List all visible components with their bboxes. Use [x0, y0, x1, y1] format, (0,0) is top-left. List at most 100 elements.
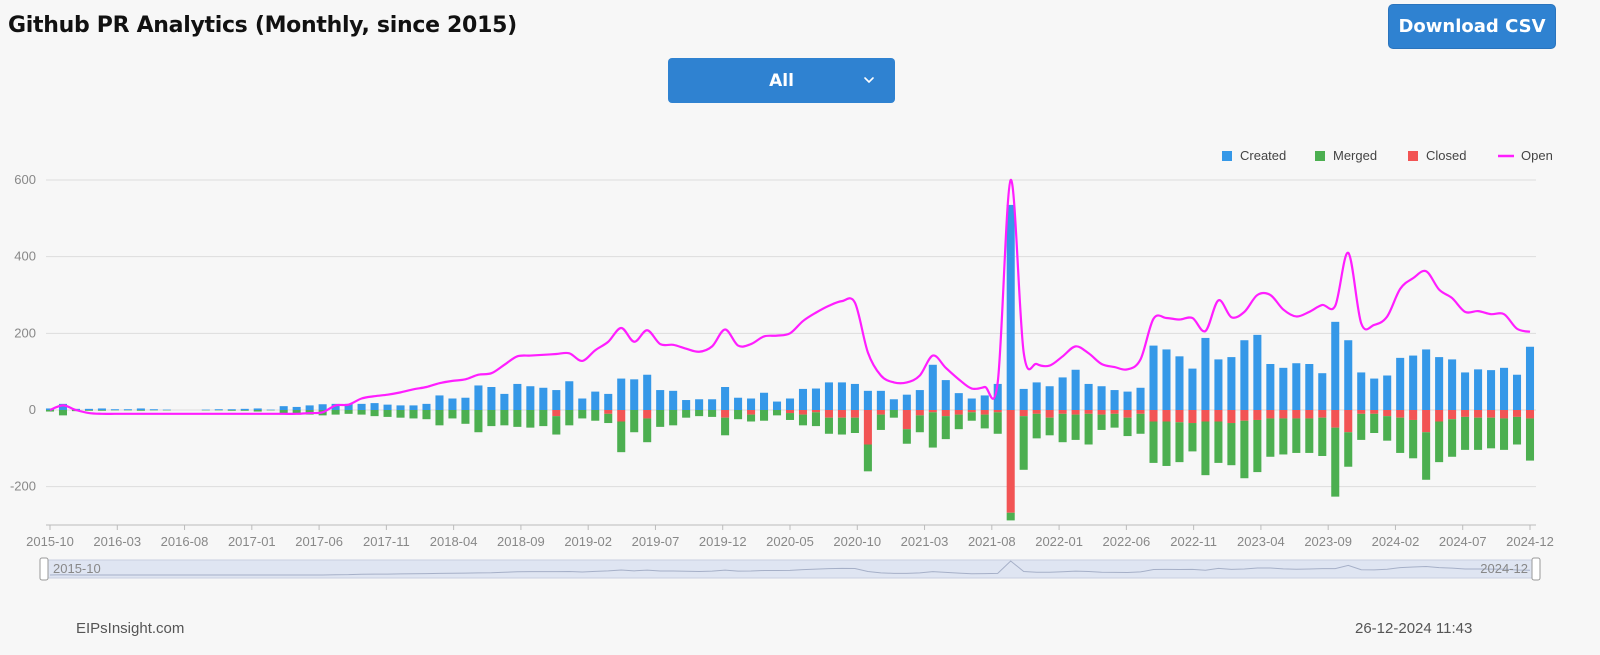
bar-created: [902, 394, 911, 410]
bar-closed: [1110, 410, 1119, 414]
bar-created: [1448, 359, 1457, 410]
bar-merged: [487, 410, 496, 427]
bar-closed: [1188, 410, 1197, 424]
bar-closed: [811, 410, 820, 413]
bar-created: [1331, 321, 1340, 410]
footer-site: EIPsInsight.com: [76, 620, 185, 637]
bar-closed: [1123, 410, 1132, 418]
bar-created: [97, 408, 106, 410]
bar-closed: [1396, 410, 1405, 418]
bar-merged: [708, 410, 717, 417]
bar-created: [1071, 369, 1080, 410]
bar-merged: [1058, 413, 1067, 443]
bar-closed: [863, 410, 872, 445]
bar-created: [383, 404, 392, 410]
bar-created: [357, 403, 366, 410]
bar-closed: [1279, 410, 1288, 419]
bar-closed: [1500, 410, 1509, 419]
bar-merged: [1435, 421, 1444, 463]
slider-left-handle[interactable]: [39, 557, 49, 581]
bar-closed: [928, 410, 937, 413]
bar-created: [889, 399, 898, 410]
download-csv-button[interactable]: Download CSV: [1388, 4, 1556, 49]
bar-merged: [1396, 417, 1405, 453]
bar-merged: [1097, 414, 1106, 430]
bar-created: [526, 386, 535, 410]
x-axis: 2015-10 2016-03 2016-08 2017-01 2017-06 2017-…: [26, 525, 1554, 549]
legend-created-label: Created: [1240, 148, 1286, 163]
bar-merged: [669, 410, 678, 426]
bar-created: [1357, 372, 1366, 410]
bar-closed: [1305, 410, 1314, 419]
bar-merged: [1474, 417, 1483, 450]
bar-merged: [1253, 419, 1262, 473]
bar-merged: [461, 410, 470, 424]
bar-merged: [1461, 416, 1470, 450]
bar-created: [1253, 334, 1262, 410]
bar-created: [461, 397, 470, 410]
bar-merged: [1318, 417, 1327, 456]
bar-created: [1525, 346, 1535, 410]
bar-created: [682, 400, 691, 410]
x-tick-label: 2017-01: [228, 534, 276, 549]
bar-merged: [1512, 416, 1522, 445]
bar-created: [513, 383, 522, 410]
bar-merged: [760, 410, 769, 421]
bar-merged: [1357, 413, 1366, 440]
bar-closed: [1448, 410, 1457, 420]
bar-merged: [539, 410, 548, 427]
bar-merged: [1162, 421, 1171, 466]
legend-merged-label: Merged: [1333, 148, 1377, 163]
bar-merged: [253, 410, 262, 412]
bar-created: [915, 390, 924, 410]
bar-merged: [331, 410, 340, 415]
bar-merged: [656, 410, 665, 427]
bar-closed: [1383, 410, 1392, 417]
x-tick-label: 2023-04: [1237, 534, 1285, 549]
bar-closed: [1084, 410, 1093, 414]
bar-created: [1058, 377, 1067, 410]
bar-merged: [721, 417, 730, 436]
bar-created: [798, 388, 808, 410]
bar-created: [409, 405, 418, 410]
bar-closed: [1019, 410, 1028, 417]
x-tick-label: 2018-09: [497, 534, 545, 549]
page-title: Github PR Analytics (Monthly, since 2015…: [8, 13, 517, 38]
chevron-down-icon: [864, 77, 874, 84]
bar-created: [785, 398, 795, 410]
bar-created: [1084, 383, 1093, 410]
bar-created: [214, 409, 223, 410]
bar-created: [487, 387, 496, 410]
bar-merged: [643, 418, 652, 443]
bar-merged: [1227, 423, 1236, 466]
bar-merged: [1019, 416, 1028, 470]
bar-merged: [1344, 432, 1353, 467]
bar-merged: [993, 412, 1002, 434]
bar-created: [954, 393, 963, 410]
bar-closed: [1474, 410, 1483, 418]
bar-merged: [824, 417, 833, 434]
bar-merged: [630, 410, 639, 433]
bar-merged: [591, 410, 600, 421]
bar-closed: [980, 410, 989, 415]
bar-created: [669, 390, 678, 410]
bar-merged: [798, 414, 808, 426]
bar-created: [591, 391, 600, 410]
bar-merged: [1136, 413, 1145, 434]
bar-created: [604, 393, 613, 410]
bar-created: [876, 390, 885, 410]
bar-created: [370, 403, 379, 410]
bar-merged: [1201, 421, 1210, 476]
slider-right-handle[interactable]: [1531, 557, 1541, 581]
bar-closed: [1071, 410, 1080, 415]
bar-closed: [604, 410, 613, 414]
filter-select[interactable]: All: [668, 58, 895, 103]
bar-closed: [1318, 410, 1327, 418]
bar-merged: [435, 410, 444, 426]
bar-merged: [682, 410, 691, 418]
bar-closed: [1525, 410, 1535, 419]
bar-closed: [552, 410, 561, 417]
bar-closed: [941, 410, 950, 417]
bar-closed: [1331, 410, 1340, 428]
bar-created: [1006, 204, 1015, 410]
